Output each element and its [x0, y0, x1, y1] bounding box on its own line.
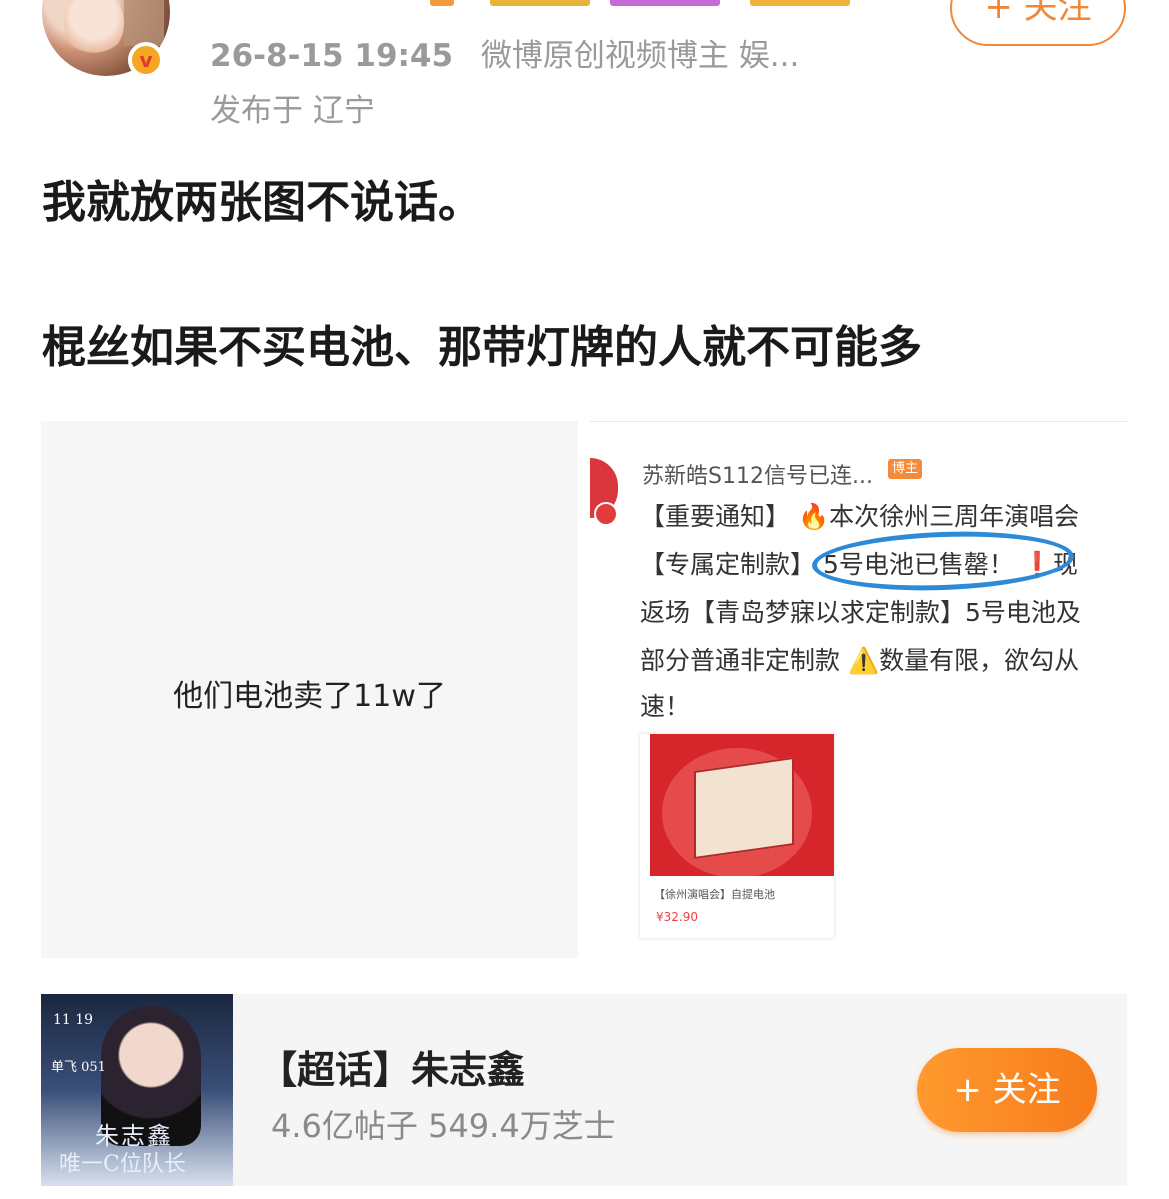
badge-icon	[610, 0, 720, 6]
badge-icon	[750, 0, 850, 6]
screenshot-username: 苏新皓S112信号已连...	[642, 464, 873, 489]
cover-date: 11 19	[53, 1012, 94, 1028]
image-caption: 他们电池卖了11w了	[173, 679, 446, 714]
post-image-left[interactable]: 他们电池卖了11w了	[41, 421, 578, 958]
blue-highlight-circle	[811, 527, 1075, 595]
supertopic-stats: 4.6亿帖子 549.4万芝士	[271, 1107, 616, 1145]
screenshot-text-line: 【重要通知】 🔥本次徐州三周年演唱会	[640, 502, 1080, 531]
post-location: 发布于 辽宁	[210, 93, 375, 129]
user-badges-strip	[430, 0, 870, 8]
supertopic-title[interactable]: 【超话】朱志鑫	[259, 1039, 525, 1094]
cover-slogan: 唯一C位队长	[59, 1152, 186, 1177]
product-price: ¥32.90	[656, 910, 698, 924]
post-meta: 26-8-15 19:45 微博原创视频博主 娱...	[210, 30, 799, 75]
post-image-right[interactable]: 苏新皓S112信号已连... 博主 【重要通知】 🔥本次徐州三周年演唱会 【专属…	[590, 421, 1127, 959]
screenshot-text-line: 部分普通非定制款 ⚠️数量有限，欲勾从	[640, 646, 1080, 675]
follow-author-button[interactable]: + 关注	[950, 0, 1126, 46]
post-text-line: 我就放两张图不说话。	[42, 177, 482, 228]
supertopic-card[interactable]: 11 19 单飞 051 朱志鑫 唯一C位队长 【超话】朱志鑫 4.6亿帖子 5…	[41, 994, 1127, 1186]
badge-icon	[490, 0, 590, 6]
post-text-line: 棍丝如果不买电池、那带灯牌的人就不可能多	[42, 322, 922, 373]
product-title: 【徐州演唱会】自提电池	[654, 888, 775, 901]
gift-box-shape	[694, 756, 794, 860]
supertopic-follow-button[interactable]: + 关注	[917, 1048, 1097, 1132]
screenshot-product-card: 【徐州演唱会】自提电池 ¥32.90	[640, 734, 834, 938]
avatar-blur-patch	[124, 0, 164, 46]
screenshot-text-line: 返场【青岛梦寐以求定制款】5号电池及	[640, 598, 1081, 627]
screenshot-user-tag: 博主	[888, 459, 922, 479]
badge-icon	[430, 0, 454, 6]
screenshot-verified-icon	[594, 502, 618, 526]
avatar-face	[64, 0, 124, 58]
author-tag[interactable]: 微博原创视频博主 娱...	[481, 38, 799, 74]
screenshot-text-line: 速！	[640, 692, 691, 721]
post-timestamp: 26-8-15 19:45	[210, 38, 454, 74]
supertopic-cover: 11 19 单飞 051 朱志鑫 唯一C位队长	[41, 994, 233, 1186]
product-image	[650, 734, 834, 876]
cover-flight: 单飞 051	[51, 1060, 106, 1075]
verified-badge-icon: v	[128, 42, 164, 78]
